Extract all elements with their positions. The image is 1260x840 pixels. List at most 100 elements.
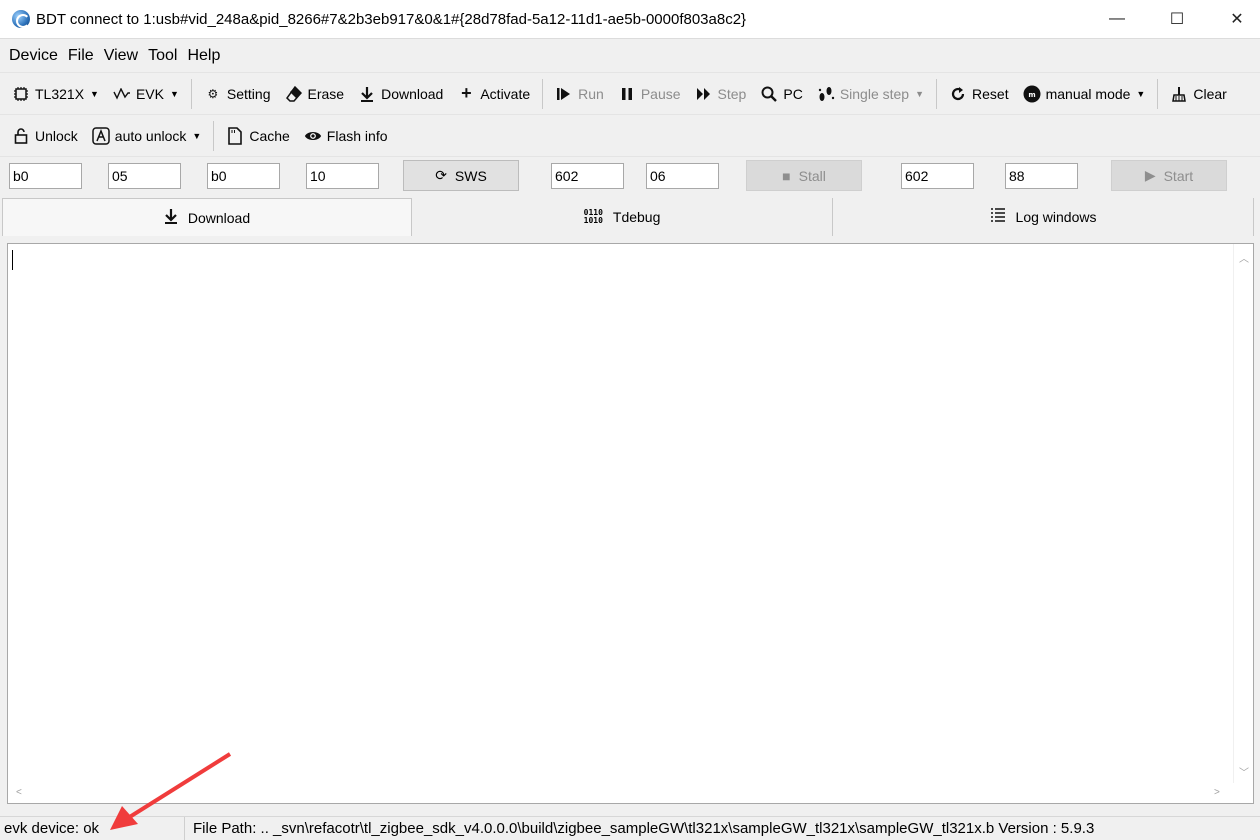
pause-button[interactable]: Pause	[614, 77, 685, 111]
board-dropdown[interactable]: EVK ▼	[109, 77, 183, 111]
auto-unlock-icon	[92, 126, 110, 145]
step-icon	[695, 85, 713, 103]
tab-log-windows[interactable]: Log windows	[833, 198, 1254, 236]
toolbar-separator	[213, 120, 215, 151]
chip-label: TL321X	[35, 85, 85, 102]
setting-button[interactable]: ⚙ Setting	[200, 77, 275, 111]
eraser-icon	[285, 85, 303, 103]
chip-dropdown[interactable]: TL321X ▼	[8, 77, 103, 111]
tab-download[interactable]: Download	[2, 198, 412, 236]
address-field-5[interactable]	[551, 163, 624, 189]
output-text-area[interactable]: ︿ ﹀ < >	[7, 243, 1254, 804]
list-icon	[990, 208, 1006, 226]
cache-label: Cache	[249, 127, 290, 144]
close-button[interactable]: ✕	[1214, 0, 1260, 38]
sws-label: SWS	[454, 167, 487, 184]
step-label: Step	[717, 85, 747, 102]
main-toolbar: TL321X ▼ EVK ▼ ⚙ Setting Erase Download …	[0, 72, 1260, 114]
waveform-icon	[113, 85, 131, 103]
download-button[interactable]: Download	[354, 77, 447, 111]
download-arrow-icon	[164, 208, 178, 228]
sd-card-icon	[226, 126, 244, 145]
pc-button[interactable]: PC	[756, 77, 806, 111]
menu-bar: Device File View Tool Help	[0, 38, 1260, 72]
start-button[interactable]: ▶ Start	[1111, 160, 1227, 191]
manual-mode-dropdown[interactable]: m manual mode ▼	[1019, 77, 1150, 111]
toolbar-separator	[936, 78, 938, 109]
menu-help[interactable]: Help	[183, 47, 224, 65]
flash-info-label: Flash info	[326, 127, 388, 144]
app-icon	[12, 10, 30, 28]
unlock-icon	[12, 127, 30, 145]
address-field-7[interactable]	[901, 163, 974, 189]
menu-view[interactable]: View	[100, 47, 142, 65]
menu-file[interactable]: File	[64, 47, 98, 65]
flash-info-button[interactable]: Flash info	[300, 119, 392, 153]
step-button[interactable]: Step	[691, 77, 751, 111]
stall-button[interactable]: ■ Stall	[746, 160, 862, 191]
gear-icon: ⚙	[207, 86, 219, 101]
tab-bar: Download 0110 1010 Tdebug Log windows	[2, 198, 1256, 236]
reset-label: Reset	[972, 85, 1009, 102]
pause-label: Pause	[640, 85, 681, 102]
footsteps-icon	[817, 85, 835, 103]
address-field-8[interactable]	[1005, 163, 1078, 189]
run-icon	[555, 85, 573, 103]
scroll-down-icon[interactable]: ﹀	[1239, 764, 1249, 779]
window-title: BDT connect to 1:usb#vid_248a&pid_8266#7…	[36, 10, 747, 28]
run-button[interactable]: Run	[551, 77, 608, 111]
address-field-3[interactable]	[207, 163, 280, 189]
download-arrow-icon	[358, 85, 376, 103]
plus-icon: +	[461, 83, 472, 103]
text-cursor	[12, 250, 13, 270]
chevron-down-icon: ▼	[192, 130, 202, 141]
scroll-left-icon[interactable]: <	[16, 787, 22, 798]
file-path-status: File Path: .. _svn\refacotr\tl_zigbee_sd…	[193, 820, 1095, 837]
sws-control-row: ⟳ SWS ■ Stall ▶ Start	[0, 156, 1260, 196]
tab-download-label: Download	[187, 209, 251, 226]
mode-icon: m	[1023, 85, 1041, 103]
tab-tdebug[interactable]: 0110 1010 Tdebug	[412, 198, 833, 236]
secondary-toolbar: Unlock auto unlock ▼ Cache Flash info	[0, 114, 1260, 156]
manual-mode-label: manual mode	[1045, 85, 1131, 102]
eye-icon	[304, 127, 322, 145]
activate-button[interactable]: + Activate	[453, 77, 534, 111]
toolbar-separator	[190, 78, 192, 109]
reset-button[interactable]: Reset	[945, 77, 1013, 111]
vertical-scrollbar[interactable]: ︿ ﹀	[1233, 244, 1253, 784]
setting-label: Setting	[226, 85, 271, 102]
address-field-6[interactable]	[646, 163, 719, 189]
binary-search-icon: 0110 1010	[583, 208, 603, 225]
window-controls: — ☐ ✕	[1080, 0, 1260, 38]
unlock-button[interactable]: Unlock	[8, 119, 82, 153]
scroll-up-icon[interactable]: ︿	[1239, 250, 1249, 265]
download-label: Download	[381, 85, 444, 102]
single-step-dropdown[interactable]: Single step ▼	[813, 77, 928, 111]
sws-button[interactable]: ⟳ SWS	[403, 160, 519, 191]
board-label: EVK	[135, 85, 164, 102]
auto-unlock-dropdown[interactable]: auto unlock ▼	[88, 119, 206, 153]
broom-icon	[1170, 85, 1188, 103]
chevron-down-icon: ▼	[90, 88, 99, 99]
scroll-right-icon[interactable]: >	[1214, 787, 1220, 798]
single-step-label: Single step	[839, 85, 910, 102]
maximize-button[interactable]: ☐	[1154, 0, 1200, 38]
menu-tool[interactable]: Tool	[144, 47, 181, 65]
minimize-button[interactable]: —	[1094, 0, 1140, 38]
pause-icon	[618, 85, 636, 103]
cache-button[interactable]: Cache	[222, 119, 293, 153]
start-label: Start	[1163, 167, 1194, 184]
stop-icon: ■	[782, 167, 791, 184]
clear-button[interactable]: Clear	[1166, 77, 1230, 111]
tab-tdebug-label: Tdebug	[612, 209, 661, 225]
erase-button[interactable]: Erase	[281, 77, 349, 111]
menu-device[interactable]: Device	[5, 47, 62, 65]
address-field-2[interactable]	[108, 163, 181, 189]
title-bar: BDT connect to 1:usb#vid_248a&pid_8266#7…	[0, 0, 1260, 38]
play-icon: ▶	[1144, 167, 1156, 183]
run-label: Run	[578, 85, 604, 102]
chip-icon	[12, 85, 30, 103]
address-field-1[interactable]	[9, 163, 82, 189]
search-icon	[760, 85, 778, 103]
address-field-4[interactable]	[306, 163, 379, 189]
